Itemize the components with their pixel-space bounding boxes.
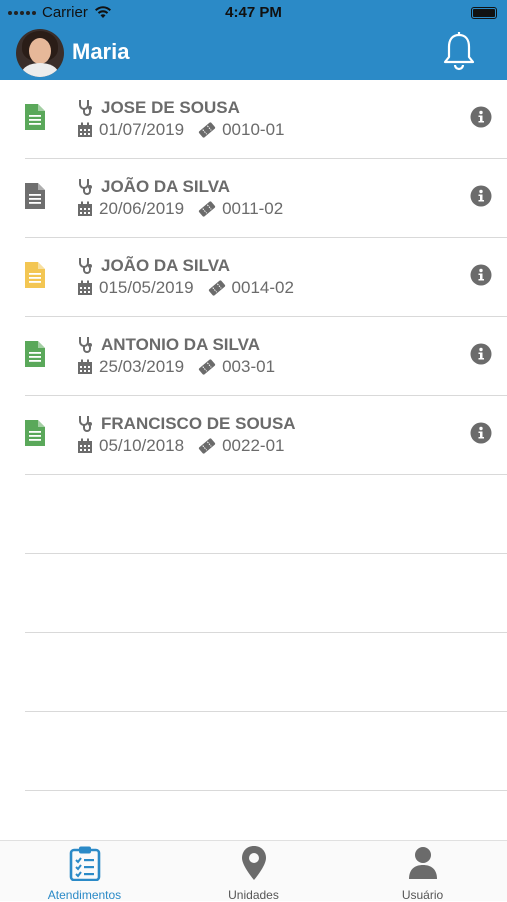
username: Maria [72, 39, 130, 64]
doctor-line: JOÃO DA SILVA [77, 256, 230, 276]
ticket-icon [199, 122, 216, 138]
info-icon[interactable] [470, 185, 492, 207]
battery-icon [471, 7, 497, 19]
appointment-date: 01/07/2019 [99, 120, 185, 139]
document-icon [25, 183, 45, 209]
document-icon [25, 262, 45, 288]
appointment-date: 20/06/2019 [99, 199, 185, 218]
empty-list-row [25, 554, 507, 633]
info-icon[interactable] [470, 106, 492, 128]
details-line: 015/05/2019 0014-02 [77, 278, 294, 298]
empty-list-row [25, 475, 507, 554]
doctor-name: JOSE DE SOUSA [101, 98, 240, 117]
appointment-code: 0022-01 [222, 436, 285, 455]
list-item[interactable]: FRANCISCO DE SOUSA 05/10/2018 0022-01 [25, 396, 507, 475]
tab-unidades[interactable]: Unidades [169, 845, 338, 902]
list-item[interactable]: JOÃO DA SILVA 015/05/2019 0014-02 [25, 238, 507, 317]
appointment-date: 25/03/2019 [99, 357, 185, 376]
info-icon[interactable] [470, 422, 492, 444]
document-icon [25, 104, 45, 130]
map-pin-icon [241, 846, 266, 880]
avatar[interactable] [16, 29, 64, 77]
tab-atendimentos[interactable]: Atendimentos [0, 845, 169, 902]
document-icon [25, 341, 45, 367]
doctor-name: JOÃO DA SILVA [101, 256, 231, 275]
details-line: 05/10/2018 0022-01 [77, 436, 284, 456]
doctor-line: ANTONIO DA SILVA [77, 335, 260, 355]
stethoscope-icon [79, 100, 92, 116]
appointment-code: 0011-02 [222, 199, 284, 218]
stethoscope-icon [79, 258, 92, 274]
appointments-list: JOSE DE SOUSA 01/07/2019 0010-01 JOÃO DA… [0, 80, 507, 791]
appointment-code: 0010-01 [222, 120, 285, 139]
calendar-icon [78, 201, 92, 216]
calendar-icon [78, 122, 92, 137]
empty-list-row [25, 712, 507, 791]
appointment-code: 003-01 [222, 357, 276, 376]
doctor-name: ANTONIO DA SILVA [101, 335, 260, 354]
user-icon [408, 847, 437, 879]
tab-usuario[interactable]: Usuário [338, 845, 507, 902]
ticket-icon [208, 280, 225, 296]
list-item[interactable]: ANTONIO DA SILVA 25/03/2019 003-01 [25, 317, 507, 396]
doctor-line: JOÃO DA SILVA [77, 177, 230, 197]
details-line: 20/06/2019 0011-02 [77, 199, 283, 219]
doctor-line: FRANCISCO DE SOUSA [77, 414, 296, 434]
status-time: 4:47 PM [225, 4, 282, 21]
details-line: 01/07/2019 0010-01 [77, 120, 284, 140]
calendar-icon [78, 438, 92, 453]
doctor-name: JOÃO DA SILVA [101, 177, 231, 196]
empty-list-row [25, 633, 507, 712]
ticket-icon [199, 201, 216, 217]
details-line: 25/03/2019 003-01 [77, 357, 275, 377]
info-icon[interactable] [470, 264, 492, 286]
stethoscope-icon [79, 337, 92, 353]
info-icon[interactable] [470, 343, 492, 365]
ticket-icon [199, 359, 216, 375]
document-icon [25, 420, 45, 446]
stethoscope-icon [79, 416, 92, 432]
appointment-date: 015/05/2019 [99, 278, 194, 297]
doctor-name: FRANCISCO DE SOUSA [101, 414, 296, 433]
appointment-date: 05/10/2018 [99, 436, 185, 455]
clipboard-check-icon [69, 846, 100, 882]
status-bar: Carrier 4:47 PM [0, 0, 507, 26]
calendar-icon [78, 359, 92, 374]
tab-bar: Atendimentos Unidades Usuário [0, 840, 507, 902]
list-item[interactable]: JOÃO DA SILVA 20/06/2019 0011-02 [25, 159, 507, 238]
stethoscope-icon [79, 179, 92, 195]
ticket-icon [199, 438, 216, 454]
calendar-icon [78, 280, 92, 295]
bell-icon[interactable] [441, 31, 477, 73]
doctor-line: JOSE DE SOUSA [77, 98, 240, 118]
app-header: Maria [0, 26, 507, 80]
list-item[interactable]: JOSE DE SOUSA 01/07/2019 0010-01 [25, 80, 507, 159]
appointment-code: 0014-02 [231, 278, 294, 297]
